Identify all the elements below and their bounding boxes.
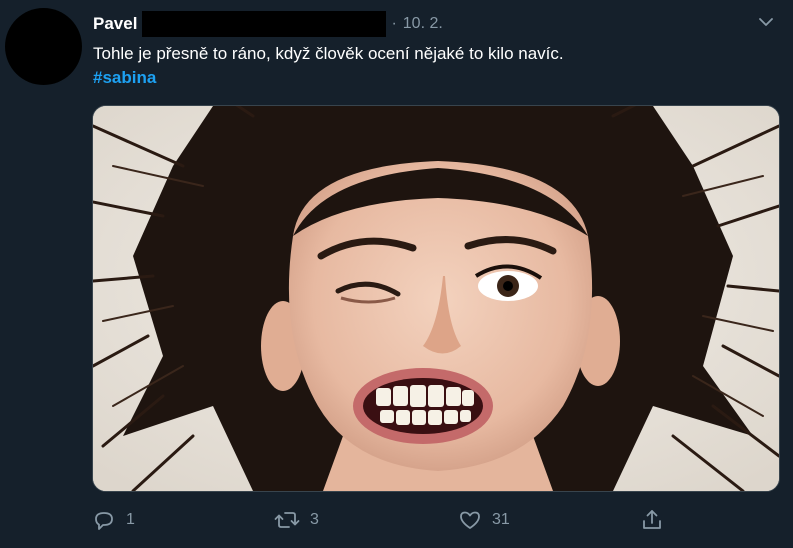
retweet-button[interactable]: 3: [274, 505, 319, 535]
reply-button[interactable]: 1: [92, 505, 135, 535]
action-bar: 1 3 31: [0, 505, 793, 535]
like-count: 31: [492, 511, 510, 528]
retweet-count: 3: [310, 511, 319, 528]
heart-icon: [460, 511, 480, 529]
retweet-icon: [274, 512, 300, 528]
display-name[interactable]: Pavel: [93, 14, 137, 34]
tweet-header: Pavel · 10. 2.: [93, 11, 443, 37]
timestamp[interactable]: 10. 2.: [403, 15, 443, 33]
photo-woman-grimacing: [93, 106, 779, 491]
more-options-button[interactable]: [757, 13, 775, 31]
avatar[interactable]: [5, 8, 82, 85]
separator: ·: [391, 15, 397, 32]
tweet[interactable]: Pavel · 10. 2. Tohle je přesně to ráno, …: [0, 0, 793, 548]
reply-count: 1: [126, 511, 135, 528]
tweet-text: Tohle je přesně to ráno, když člověk oce…: [93, 44, 564, 63]
share-icon: [643, 510, 661, 529]
reply-icon: [95, 512, 113, 530]
redacted-handle: [142, 11, 387, 37]
hashtag-link[interactable]: #sabina: [93, 68, 156, 88]
tweet-photo[interactable]: [92, 105, 780, 492]
chevron-down-icon: [759, 18, 773, 26]
share-button[interactable]: [640, 505, 664, 535]
like-button[interactable]: 31: [458, 505, 510, 535]
